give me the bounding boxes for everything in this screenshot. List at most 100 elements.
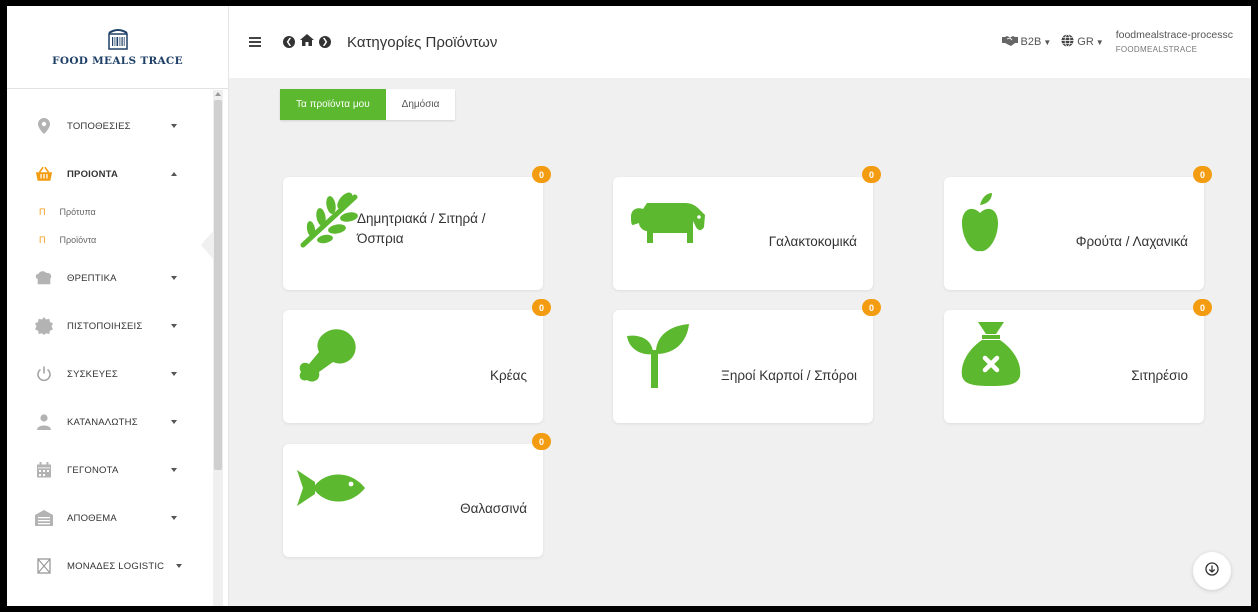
seedling-icon bbox=[627, 324, 689, 393]
language-selector[interactable]: GR ▼ bbox=[1061, 34, 1104, 50]
sidebar-item-stock[interactable]: ΑΠΟΘΕΜΑ bbox=[7, 494, 212, 542]
category-label: Δημητριακά / Σιτηρά / Όσπρια bbox=[357, 211, 486, 246]
calendar-icon bbox=[35, 461, 53, 479]
wheat-icon bbox=[299, 191, 361, 254]
count-badge: 0 bbox=[532, 166, 551, 183]
sidebar-item-label: ΚΑΤΑΝΑΛΩΤΗΣ bbox=[67, 416, 138, 428]
drumstick-icon bbox=[297, 326, 359, 391]
chevron-down-icon bbox=[171, 468, 177, 472]
handshake-icon bbox=[1001, 35, 1018, 49]
brand-name: FOOD MEALS TRACE bbox=[52, 55, 183, 67]
scroll-up-arrow-icon[interactable] bbox=[215, 92, 221, 96]
category-card-rations[interactable]: 0 Σιτηρέσιο bbox=[944, 299, 1212, 423]
sidebar-item-label: ΣΥΣΚΕΥΕΣ bbox=[67, 368, 118, 380]
certificate-icon bbox=[35, 317, 53, 335]
scroll-down-button[interactable] bbox=[1193, 552, 1231, 590]
sidebar-item-events[interactable]: ΓΕΓΟΝΟΤΑ bbox=[7, 446, 212, 494]
basket-icon bbox=[35, 165, 53, 183]
sidebar-item-consumer[interactable]: ΚΑΤΑΝΑΛΩΤΗΣ bbox=[7, 398, 212, 446]
sidebar-item-label: ΤΟΠΟΘΕΣΙΕΣ bbox=[67, 120, 131, 132]
app-window: FOOD MEALS TRACE ΤΟΠΟΘΕΣΙΕΣ ΠΡΟΙΟΝΤΑ Π Π… bbox=[7, 6, 1251, 606]
sidebar: FOOD MEALS TRACE ΤΟΠΟΘΕΣΙΕΣ ΠΡΟΙΟΝΤΑ Π Π… bbox=[7, 6, 229, 606]
warehouse-icon bbox=[35, 509, 53, 527]
tab-my-products[interactable]: Τα προϊόντα μου bbox=[280, 89, 386, 120]
sidebar-item-label: ΑΠΟΘΕΜΑ bbox=[67, 512, 117, 524]
arrow-down-circle-icon bbox=[1205, 561, 1219, 581]
sidebar-nav: ΤΟΠΟΘΕΣΙΕΣ ΠΡΟΙΟΝΤΑ Π Πρότυπα Π Προϊόντα bbox=[7, 102, 212, 590]
count-badge: 0 bbox=[1193, 299, 1212, 316]
hamburger-menu-icon[interactable] bbox=[249, 35, 261, 50]
chevron-down-icon bbox=[176, 564, 182, 568]
home-icon[interactable] bbox=[300, 33, 314, 51]
category-label: Φρούτα / Λαχανικά bbox=[1075, 234, 1188, 249]
chef-hat-icon bbox=[35, 269, 53, 287]
user-org: FOODMEALSTRACE bbox=[1115, 44, 1198, 54]
subitem-label: Πρότυπα bbox=[59, 207, 96, 217]
sidebar-scrollbar-thumb[interactable] bbox=[214, 100, 222, 470]
category-card-cereals[interactable]: 0 Δημητριακά / Σιτηρά / Όσπρια bbox=[283, 166, 551, 290]
chevron-down-icon bbox=[171, 516, 177, 520]
sidebar-subitem-products[interactable]: Π Προϊόντα bbox=[7, 226, 212, 254]
sidebar-item-label: ΘΡΕΠΤΙΚΑ bbox=[67, 272, 117, 284]
header-right: B2B ▼ GR ▼ foodmealstrace-processc FOODM… bbox=[992, 28, 1233, 56]
location-pin-icon bbox=[35, 117, 53, 135]
chevron-down-icon bbox=[171, 276, 177, 280]
b2b-label: B2B bbox=[1020, 36, 1042, 48]
globe-icon bbox=[1061, 34, 1074, 50]
product-tabs: Τα προϊόντα μου Δημόσια bbox=[280, 89, 456, 120]
chevron-down-icon bbox=[171, 324, 177, 328]
chevron-up-icon bbox=[171, 172, 177, 176]
count-badge: 0 bbox=[1193, 166, 1212, 183]
category-label: Κρέας bbox=[489, 368, 527, 383]
subitem-bullet: Π bbox=[39, 235, 46, 245]
cow-icon bbox=[629, 197, 707, 252]
caret-down-icon: ▼ bbox=[1095, 37, 1104, 47]
category-card-meat[interactable]: 0 Κρέας bbox=[283, 299, 551, 423]
category-card-nuts[interactable]: 0 Ξηροί Καρποί / Σπόροι bbox=[613, 299, 881, 423]
category-card-seafood[interactable]: 0 Θαλασσινά bbox=[283, 433, 551, 557]
back-arrow-icon[interactable]: ❮ bbox=[283, 36, 295, 48]
b2b-selector[interactable]: B2B ▼ bbox=[1001, 35, 1052, 49]
brand[interactable]: FOOD MEALS TRACE bbox=[7, 6, 228, 89]
sidebar-item-nutrition[interactable]: ΘΡΕΠΤΙΚΑ bbox=[7, 254, 212, 302]
sidebar-item-locations[interactable]: ΤΟΠΟΘΕΣΙΕΣ bbox=[7, 102, 212, 150]
count-badge: 0 bbox=[532, 299, 551, 316]
sidebar-item-label: ΜΟΝΑΔΕΣ LOGISTIC bbox=[67, 560, 165, 572]
chevron-down-icon bbox=[171, 420, 177, 424]
caret-down-icon: ▼ bbox=[1043, 37, 1052, 47]
forward-arrow-icon[interactable]: ❯ bbox=[319, 36, 331, 48]
barcode-cart-icon bbox=[107, 27, 129, 51]
page-title: Κατηγορίες Προϊόντων bbox=[347, 33, 498, 51]
sidebar-item-products[interactable]: ΠΡΟΙΟΝΤΑ bbox=[7, 150, 212, 198]
nav-icons: ❮ ❯ bbox=[283, 33, 331, 51]
user-menu[interactable]: foodmealstrace-processc FOODMEALSTRACE bbox=[1116, 28, 1233, 56]
user-name: foodmealstrace-processc bbox=[1115, 29, 1233, 42]
language-label: GR bbox=[1077, 36, 1094, 48]
category-label: Ξηροί Καρποί / Σπόροι bbox=[721, 368, 857, 383]
fish-icon bbox=[297, 468, 365, 513]
count-badge: 0 bbox=[862, 299, 881, 316]
sack-icon bbox=[960, 322, 1022, 391]
power-icon bbox=[35, 365, 53, 383]
count-badge: 0 bbox=[532, 433, 551, 450]
box-icon bbox=[35, 557, 53, 575]
sidebar-item-certifications[interactable]: ΠΙΣΤΟΠΟΙΗΣΕΙΣ bbox=[7, 302, 212, 350]
chevron-down-icon bbox=[171, 124, 177, 128]
sidebar-subitem-templates[interactable]: Π Πρότυπα bbox=[7, 198, 212, 226]
subitem-bullet: Π bbox=[39, 207, 46, 217]
user-icon bbox=[35, 413, 53, 431]
sidebar-item-logistic-units[interactable]: ΜΟΝΑΔΕΣ LOGISTIC bbox=[7, 542, 212, 590]
category-label: Θαλασσινά bbox=[460, 501, 527, 516]
sidebar-item-label: ΠΙΣΤΟΠΟΙΗΣΕΙΣ bbox=[67, 320, 143, 332]
tab-public[interactable]: Δημόσια bbox=[385, 89, 456, 120]
chevron-down-icon bbox=[171, 372, 177, 376]
sidebar-item-label: ΓΕΓΟΝΟΤΑ bbox=[67, 464, 119, 476]
active-indicator bbox=[201, 231, 213, 259]
category-card-fruits[interactable]: 0 Φρούτα / Λαχανικά bbox=[944, 166, 1212, 290]
subitem-label: Προϊόντα bbox=[59, 235, 97, 245]
category-label: Σιτηρέσιο bbox=[1131, 368, 1188, 383]
category-card-dairy[interactable]: 0 Γαλακτοκομικά bbox=[613, 166, 881, 290]
sidebar-item-devices[interactable]: ΣΥΣΚΕΥΕΣ bbox=[7, 350, 212, 398]
apple-icon bbox=[962, 189, 998, 258]
sidebar-item-label: ΠΡΟΙΟΝΤΑ bbox=[67, 168, 119, 180]
